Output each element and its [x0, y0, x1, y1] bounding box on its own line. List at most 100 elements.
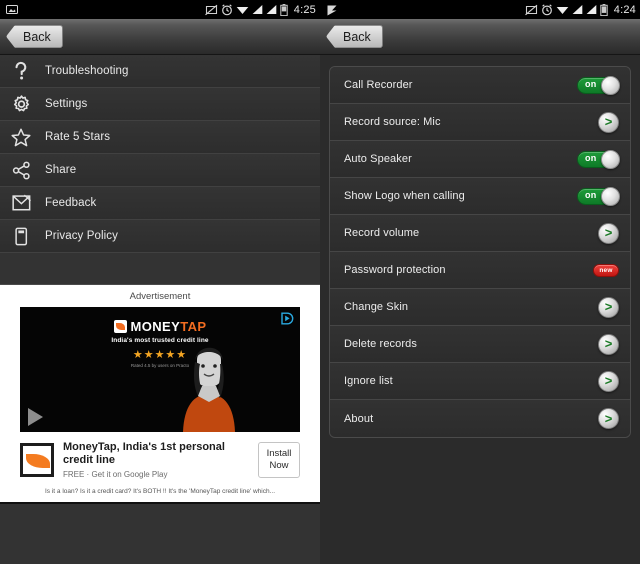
- left-action-bar: Back: [0, 19, 320, 55]
- settings-row-ignore-list[interactable]: Ignore list >: [330, 363, 630, 400]
- chevron-right-icon[interactable]: >: [598, 296, 619, 318]
- ad-brand-block: MONEYTAP India's most trusted credit lin…: [20, 319, 300, 368]
- gear-icon: [10, 93, 32, 115]
- advertisement-label: Advertisement: [129, 291, 191, 302]
- toggle-knob: [601, 75, 620, 95]
- battery-icon: [600, 3, 608, 16]
- chevron-right-icon[interactable]: >: [598, 111, 619, 133]
- advertisement-container: Advertisement MONEYTAP India's most trus…: [0, 285, 320, 504]
- menu-item-label: Troubleshooting: [45, 65, 129, 77]
- left-status-bar: 4:25: [0, 0, 320, 19]
- ad-video-player[interactable]: MONEYTAP India's most trusted credit lin…: [20, 307, 300, 432]
- ad-brand-name: MONEYTAP: [131, 319, 207, 334]
- settings-card: Call Recorder on Record source: Mic > Au…: [329, 66, 631, 438]
- settings-row-about[interactable]: About >: [330, 400, 630, 437]
- status-clock: 4:24: [613, 3, 636, 16]
- install-now-button[interactable]: Install Now: [258, 442, 300, 478]
- chevron-right-icon[interactable]: >: [598, 333, 619, 355]
- chevron-right-icon[interactable]: >: [598, 370, 619, 392]
- settings-row-label: Show Logo when calling: [344, 190, 465, 202]
- battery-icon: [280, 3, 288, 16]
- mute-screenshot-icon: [204, 4, 218, 15]
- menu-empty-space: [0, 253, 320, 285]
- toggle-state-label: on: [585, 189, 597, 200]
- left-screen: 4:25 Back Troubleshooting Settings Rate …: [0, 0, 320, 564]
- ad-brand-primary: MONEY: [130, 319, 181, 334]
- menu-item-feedback[interactable]: Feedback: [0, 187, 320, 220]
- settings-row-record-volume[interactable]: Record volume >: [330, 215, 630, 252]
- show-logo-toggle[interactable]: on: [577, 186, 620, 206]
- status-notification-area-right: [326, 4, 338, 16]
- settings-row-delete-records[interactable]: Delete records >: [330, 326, 630, 363]
- ad-person-photo: [183, 347, 235, 432]
- signal-2-icon: [266, 5, 277, 14]
- left-footer-space: [0, 504, 320, 564]
- ad-text-block: MoneyTap, India's 1st personal credit li…: [63, 441, 249, 479]
- share-icon: [10, 159, 32, 181]
- settings-row-change-skin[interactable]: Change Skin >: [330, 289, 630, 326]
- toggle-knob: [601, 186, 620, 206]
- ad-description: Is it a loan? Is it a credit card? It's …: [44, 488, 276, 495]
- alarm-icon: [221, 3, 232, 15]
- chevron-right-icon[interactable]: >: [598, 222, 619, 244]
- settings-row-label: Record source: Mic: [344, 116, 441, 128]
- settings-row-password-protection[interactable]: Password protection new: [330, 252, 630, 289]
- settings-row-label: Change Skin: [344, 301, 409, 313]
- settings-row-label: Ignore list: [344, 375, 393, 387]
- ad-app-subtitle: FREE · Get it on Google Play: [63, 470, 168, 479]
- screenshot-root: 4:25 Back Troubleshooting Settings Rate …: [0, 0, 640, 564]
- ad-logo-row: MONEYTAP: [113, 319, 207, 334]
- play-icon[interactable]: [28, 408, 43, 426]
- signal-icon: [252, 5, 263, 14]
- settings-row-label: About: [344, 412, 374, 425]
- moneytap-mark-icon: [113, 320, 127, 333]
- right-action-bar: Back: [320, 19, 640, 55]
- menu-item-label: Feedback: [45, 197, 97, 209]
- settings-row-auto-speaker[interactable]: Auto Speaker on: [330, 141, 630, 178]
- signal-icon: [572, 5, 583, 14]
- right-status-bar: 4:24: [320, 0, 640, 19]
- settings-row-show-logo[interactable]: Show Logo when calling on: [330, 178, 630, 215]
- install-label-line2: Now: [269, 460, 289, 471]
- play-notification-icon: [327, 5, 337, 15]
- menu-item-privacy-policy[interactable]: Privacy Policy: [0, 220, 320, 253]
- settings-row-label: Password protection: [344, 264, 446, 276]
- back-button[interactable]: Back: [326, 25, 383, 48]
- settings-row-label: Auto Speaker: [344, 153, 412, 165]
- wifi-icon: [556, 7, 569, 14]
- alarm-icon: [541, 3, 552, 15]
- toggle-state-label: on: [585, 152, 597, 163]
- install-label-line1: Install: [266, 448, 292, 459]
- question-mark-icon: [10, 60, 32, 82]
- ad-brand-secondary: TAP: [180, 319, 207, 334]
- wifi-icon: [236, 7, 249, 14]
- back-button[interactable]: Back: [6, 25, 63, 48]
- ad-app-info[interactable]: MoneyTap, India's 1st personal credit li…: [0, 432, 320, 483]
- settings-row-record-source[interactable]: Record source: Mic >: [330, 104, 630, 141]
- settings-row-label: Record volume: [344, 227, 420, 239]
- menu-item-settings[interactable]: Settings: [0, 88, 320, 121]
- status-system-icons: 4:25: [204, 3, 316, 16]
- signal-2-icon: [586, 5, 597, 14]
- call-recorder-toggle[interactable]: on: [577, 75, 620, 95]
- status-clock: 4:25: [293, 3, 316, 16]
- chevron-right-icon[interactable]: >: [598, 408, 619, 429]
- auto-speaker-toggle[interactable]: on: [577, 149, 620, 169]
- menu-item-label: Rate 5 Stars: [45, 131, 111, 143]
- toggle-state-label: on: [585, 78, 597, 89]
- toggle-knob: [601, 149, 620, 169]
- menu-item-label: Settings: [45, 98, 88, 110]
- ad-app-icon: [20, 443, 54, 477]
- menu-item-troubleshooting[interactable]: Troubleshooting: [0, 55, 320, 88]
- ad-app-title: MoneyTap, India's 1st personal credit li…: [63, 441, 225, 466]
- status-system-icons-right: 4:24: [524, 3, 636, 16]
- menu-item-label: Share: [45, 164, 77, 176]
- settings-row-label: Delete records: [344, 338, 417, 350]
- overflow-menu-list: Troubleshooting Settings Rate 5 Stars Sh…: [0, 55, 320, 285]
- envelope-icon: [10, 192, 32, 214]
- status-notification-area: [6, 4, 18, 15]
- settings-row-call-recorder[interactable]: Call Recorder on: [330, 67, 630, 104]
- document-icon: [10, 225, 32, 247]
- menu-item-rate-5-stars[interactable]: Rate 5 Stars: [0, 121, 320, 154]
- menu-item-share[interactable]: Share: [0, 154, 320, 187]
